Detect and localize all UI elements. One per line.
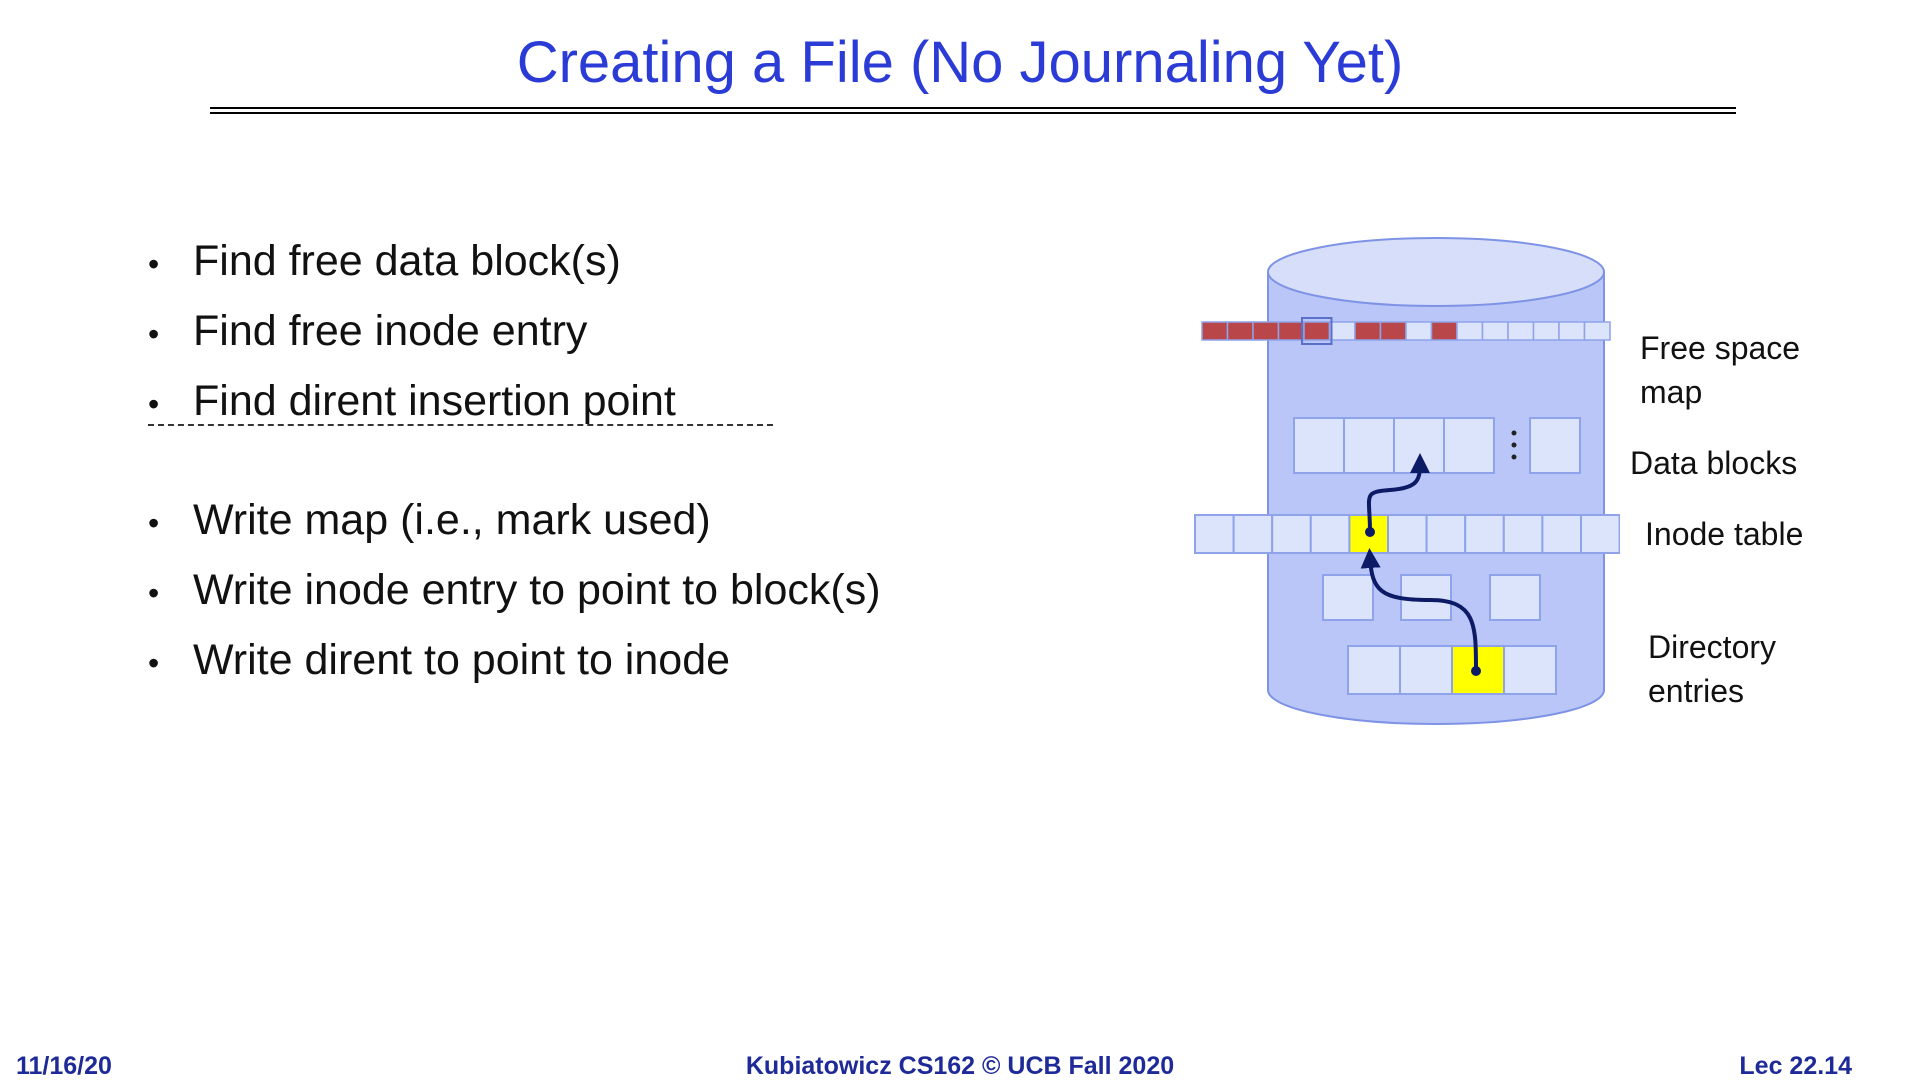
free-space-map-cell-free — [1583, 321, 1611, 341]
list-item: • Find free data block(s) — [148, 226, 676, 296]
ellipsis-dot — [1511, 430, 1517, 436]
list-item: • Write map (i.e., mark used) — [148, 485, 881, 555]
directory-entries-row — [1347, 645, 1557, 695]
inode-entry — [1580, 514, 1620, 554]
free-space-map-cell-used — [1226, 321, 1254, 341]
directory-entry — [1347, 645, 1401, 695]
data-block — [1529, 417, 1581, 474]
free-space-map-cell-used — [1201, 321, 1229, 341]
bullet-icon: • — [148, 386, 160, 422]
free-space-map-cell-used — [1303, 321, 1331, 341]
free-space-map-cell-free — [1456, 321, 1484, 341]
inode-entry — [1387, 514, 1428, 554]
label-directory-entries: Directory entries — [1648, 629, 1777, 709]
inode-table-row — [1194, 514, 1620, 554]
directory-entry — [1399, 645, 1453, 695]
inode-entry — [1502, 514, 1544, 554]
bullet-text: Write map (i.e., mark used) — [193, 496, 711, 544]
inode-entry — [1194, 514, 1235, 554]
free-space-map-cell-used — [1354, 321, 1382, 341]
bullet-text: Find free inode entry — [193, 307, 588, 355]
footer-lecture: Lec 22.14 — [1739, 1052, 1852, 1080]
inode-entry — [1271, 514, 1312, 554]
data-block — [1343, 417, 1395, 474]
directory-block — [1489, 574, 1541, 621]
separator-dashed-line — [148, 424, 773, 426]
bullet-icon: • — [148, 645, 160, 681]
inode-entry — [1309, 514, 1351, 554]
bullet-text: Find free data block(s) — [193, 237, 621, 285]
footer-course: Kubiatowicz CS162 © UCB Fall 2020 — [745, 1052, 1175, 1080]
find-steps-list: • Find free data block(s) • Find free in… — [148, 226, 676, 436]
free-space-map-cell-used — [1430, 321, 1458, 341]
list-item: • Find free inode entry — [148, 296, 676, 366]
bullet-icon: • — [148, 575, 160, 611]
free-space-map-row — [1201, 317, 1611, 345]
data-block — [1443, 417, 1495, 474]
bullet-icon: • — [148, 316, 160, 352]
ellipsis-dot — [1511, 454, 1517, 460]
list-item: • Write inode entry to point to block(s) — [148, 555, 881, 625]
free-space-map-cell-used — [1379, 321, 1407, 341]
ellipsis-dot — [1511, 442, 1517, 448]
inode-entry — [1232, 514, 1274, 554]
bullet-icon: • — [148, 246, 160, 282]
bullet-text: Write dirent to point to inode — [193, 636, 731, 684]
inode-entry — [1464, 514, 1505, 554]
pointer-dot — [1365, 527, 1375, 537]
inode-entry — [1541, 514, 1582, 554]
title-rule-bottom — [210, 112, 1736, 114]
directory-blocks — [1322, 574, 1541, 621]
disk-diagram — [1194, 237, 1620, 725]
free-space-map-cell-used — [1252, 321, 1280, 341]
pointer-dot — [1471, 666, 1481, 676]
list-item: • Write dirent to point to inode — [148, 625, 881, 695]
label-data-blocks: Data blocks — [1630, 445, 1798, 481]
directory-entry — [1503, 645, 1557, 695]
write-steps-list: • Write map (i.e., mark used) • Write in… — [148, 485, 881, 695]
free-space-map-cell-free — [1532, 321, 1560, 341]
data-blocks-row — [1293, 417, 1581, 474]
bullet-text: Write inode entry to point to block(s) — [193, 566, 881, 614]
slide-title: Creating a File (No Journaling Yet) — [516, 30, 1404, 95]
inode-entry — [1425, 514, 1467, 554]
cylinder-top — [1267, 237, 1605, 307]
free-space-map-cell-used — [1277, 321, 1305, 341]
bullet-icon: • — [148, 505, 160, 541]
title-rule-top — [210, 107, 1736, 109]
label-inode-table: Inode table — [1645, 516, 1804, 552]
free-space-map-cell-free — [1405, 321, 1433, 341]
label-free-space-map: Free space map — [1640, 330, 1801, 410]
free-space-map-cell-free — [1328, 321, 1356, 341]
data-block — [1293, 417, 1345, 474]
directory-block — [1322, 574, 1374, 621]
free-space-map-cell-free — [1558, 321, 1586, 341]
free-space-map-cell-free — [1481, 321, 1509, 341]
free-space-map-cell-free — [1507, 321, 1535, 341]
